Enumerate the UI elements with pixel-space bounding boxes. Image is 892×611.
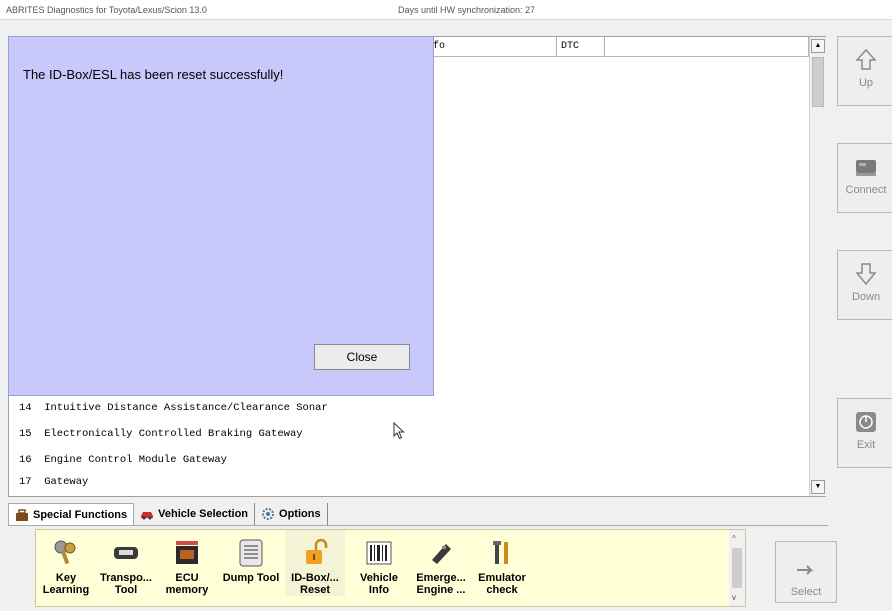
reset-success-dialog: The ID-Box/ESL has been reset successful… (8, 36, 434, 396)
unlock-icon (306, 538, 328, 564)
sync-status: Days until HW synchronization: 27 (398, 5, 536, 15)
function-label-line2: Info (368, 584, 390, 596)
function-dump-tool[interactable]: Dump Tool (221, 530, 281, 584)
function-transponder-tool[interactable]: Transpo... Tool (96, 530, 156, 596)
function-label-line1: ECU (175, 572, 199, 584)
mouse-cursor-icon (393, 422, 405, 440)
column-header-dtc[interactable]: DTC (557, 37, 605, 57)
function-label-line2: Reset (300, 584, 330, 596)
tools-icon (493, 541, 508, 564)
arrow-up-icon (855, 48, 877, 70)
special-functions-panel: Key Learning Transpo... Tool ECU memory … (35, 529, 746, 607)
toolbox-icon (16, 508, 28, 521)
function-ecu-memory[interactable]: ECU memory (157, 530, 217, 596)
scrollbar-thumb[interactable] (732, 548, 742, 588)
connect-button[interactable]: Connect (837, 143, 892, 213)
function-label-line2: check (486, 584, 518, 596)
column-header-info[interactable]: fo (429, 37, 557, 57)
function-label-line2: Engine ... (416, 584, 466, 596)
ecu-icon (176, 541, 198, 564)
scroll-up-arrow-icon[interactable]: ^ (732, 534, 736, 543)
function-label-line1: ID-Box/... (291, 572, 339, 584)
function-label-line1: Vehicle (360, 572, 398, 584)
arrow-down-icon (855, 263, 877, 286)
function-tabs: Special Functions Vehicle Selection Opti… (8, 503, 328, 525)
down-label: Down (851, 291, 881, 303)
gear-icon (262, 508, 275, 520)
connector-icon (856, 160, 876, 176)
app-title: ABRITES Diagnostics for Toyota/Lexus/Sci… (6, 5, 207, 15)
scroll-down-arrow-icon[interactable]: v (732, 593, 736, 602)
up-button[interactable]: Up (837, 36, 892, 106)
power-icon (856, 412, 876, 432)
car-icon (141, 512, 154, 520)
emergency-key-icon (432, 544, 451, 564)
exit-label: Exit (856, 439, 876, 451)
scroll-down-arrow-icon[interactable]: ▼ (811, 480, 825, 494)
binary-dump-icon (239, 539, 263, 567)
tab-vehicle-selection[interactable]: Vehicle Selection (134, 503, 256, 525)
tab-divider (8, 525, 828, 526)
scrollbar-thumb[interactable] (812, 57, 824, 107)
list-item[interactable]: 14 Intuitive Distance Assistance/Clearan… (9, 395, 809, 421)
column-header-extra[interactable] (605, 37, 809, 57)
function-label-line2: Tool (114, 584, 138, 596)
function-emergency-engine[interactable]: Emerge... Engine ... (411, 530, 471, 596)
list-item[interactable]: 17 Gateway (9, 473, 809, 488)
select-label: Select (790, 586, 822, 598)
dialog-message: The ID-Box/ESL has been reset successful… (23, 67, 284, 82)
function-label-line2: memory (165, 584, 209, 596)
function-label-line1: Emulator (478, 572, 526, 584)
function-label-line2: Learning (42, 584, 90, 596)
functions-scrollbar[interactable]: ^ v (729, 530, 745, 606)
barcode-icon (366, 541, 392, 565)
up-label: Up (858, 77, 874, 89)
tab-special-functions[interactable]: Special Functions (8, 503, 135, 525)
function-vehicle-info[interactable]: Vehicle Info (349, 530, 409, 596)
keys-icon (54, 540, 76, 565)
tab-label: Special Functions (33, 508, 128, 521)
list-item[interactable]: 16 Engine Control Module Gateway (9, 447, 809, 473)
function-id-box-reset[interactable]: ID-Box/... Reset (285, 530, 345, 596)
list-scrollbar[interactable]: ▲ ▼ (809, 37, 826, 496)
tab-label: Vehicle Selection (158, 508, 249, 520)
function-key-learning[interactable]: Key Learning (36, 530, 96, 596)
list-item[interactable]: 15 Electronically Controlled Braking Gat… (9, 421, 809, 447)
tab-label: Options (279, 508, 321, 520)
title-bar: ABRITES Diagnostics for Toyota/Lexus/Sci… (0, 0, 892, 20)
tab-options[interactable]: Options (255, 503, 328, 525)
function-label-line1: Transpo... (100, 572, 152, 584)
function-label-line1: Dump Tool (222, 572, 280, 584)
transponder-icon (114, 547, 138, 559)
scroll-up-arrow-icon[interactable]: ▲ (811, 39, 825, 53)
function-label-line1: Key (55, 572, 77, 584)
exit-button[interactable]: Exit (837, 398, 892, 468)
list-rows: 14 Intuitive Distance Assistance/Clearan… (9, 395, 809, 488)
arrow-right-icon (797, 565, 814, 575)
function-emulator-check[interactable]: Emulator check (472, 530, 532, 596)
select-button[interactable]: Select (775, 541, 837, 603)
close-button[interactable]: Close (314, 344, 410, 370)
connect-label: Connect (845, 184, 887, 196)
function-label-line1: Emerge... (416, 572, 466, 584)
down-button[interactable]: Down (837, 250, 892, 320)
